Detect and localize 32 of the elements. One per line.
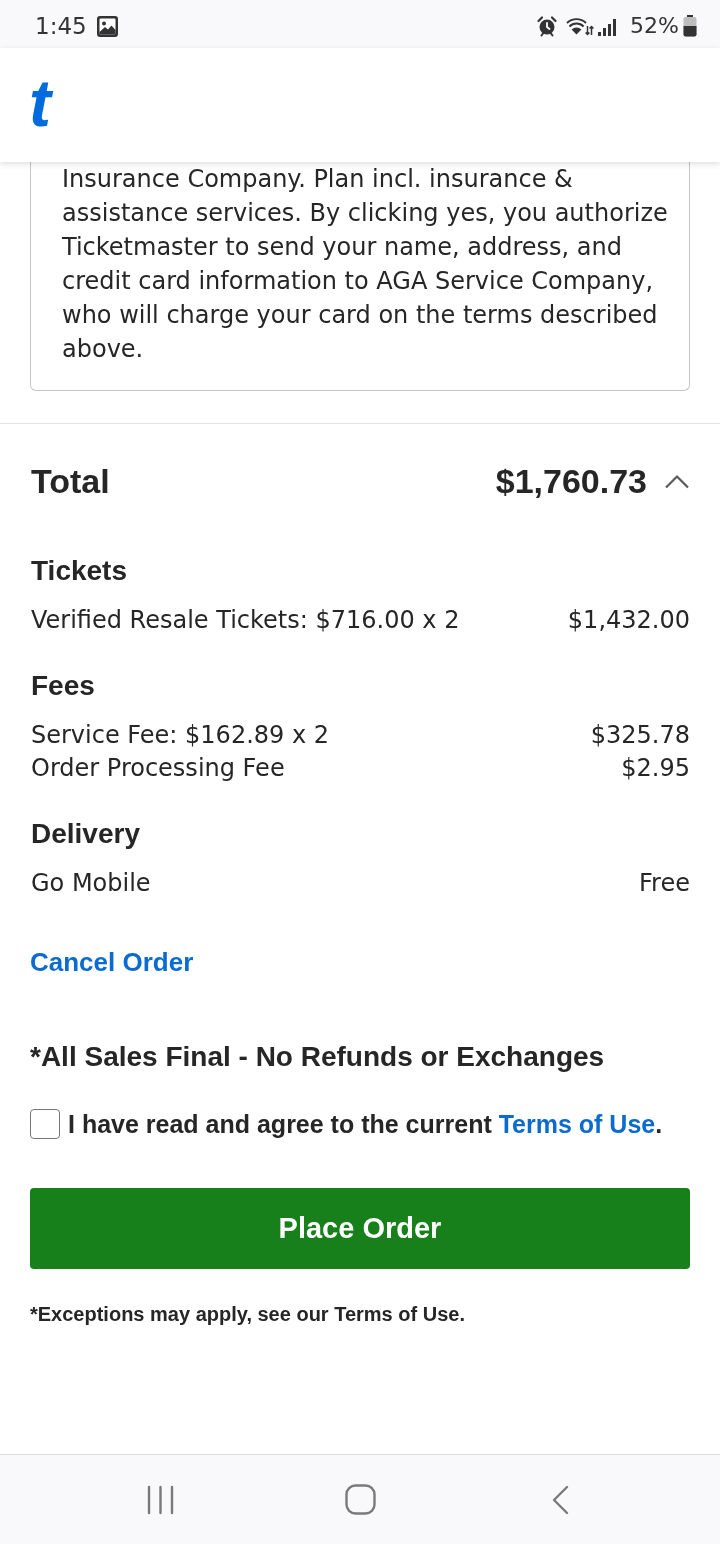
section-heading: Fees [31, 669, 96, 703]
line-item-label: Go Mobile [31, 868, 151, 899]
line-item-label: Verified Resale Tickets: $716.00 x 2 [31, 605, 460, 636]
battery-percentage: 52% [630, 12, 679, 40]
recent-apps-icon[interactable] [146, 1484, 174, 1515]
battery-icon [683, 15, 697, 37]
line-item-label: Order Processing Fee [31, 753, 285, 784]
chevron-up-icon[interactable] [664, 473, 690, 489]
sales-final-notice: *All Sales Final - No Refunds or Exchanges [30, 1040, 606, 1074]
line-item-label: Service Fee: $162.89 x 2 [31, 720, 330, 751]
agreement-checkbox[interactable] [30, 1109, 60, 1139]
logo[interactable]: t [29, 70, 51, 140]
line-item-amount: Free [639, 868, 690, 899]
insurance-notice-text: Insurance Company. Plan incl. insurance & assistance services. By clicking yes, you authorize Ticketmaster to send your name, address, and credit card information to AGA Service Company, who will charge your card on the terms described above. [62, 164, 669, 365]
total-label: Total [31, 461, 111, 502]
section-heading: Delivery [31, 817, 141, 851]
terms-of-use-link[interactable]: Terms of Use [498, 1110, 656, 1138]
status-time: 1:45 [35, 12, 87, 40]
back-icon[interactable] [551, 1484, 569, 1515]
line-item-amount: $2.95 [621, 753, 690, 784]
cancel-order-link[interactable]: Cancel Order [30, 946, 194, 979]
total-amount: $1,760.73 [495, 461, 647, 502]
line-item-amount: $1,432.00 [567, 605, 690, 636]
exceptions-footnote: *Exceptions may apply, see our Terms of Use. [30, 1302, 466, 1327]
wifi-icon [566, 15, 595, 37]
image-icon [96, 15, 118, 37]
alarm-clock-icon [536, 15, 559, 37]
line-item-amount: $325.78 [590, 720, 690, 751]
place-order-button[interactable]: Place Order [30, 1188, 690, 1269]
home-icon[interactable] [344, 1484, 376, 1515]
agreement-text: I have read and agree to the current Terms of Use. [68, 1109, 663, 1140]
section-heading: Tickets [31, 554, 128, 588]
